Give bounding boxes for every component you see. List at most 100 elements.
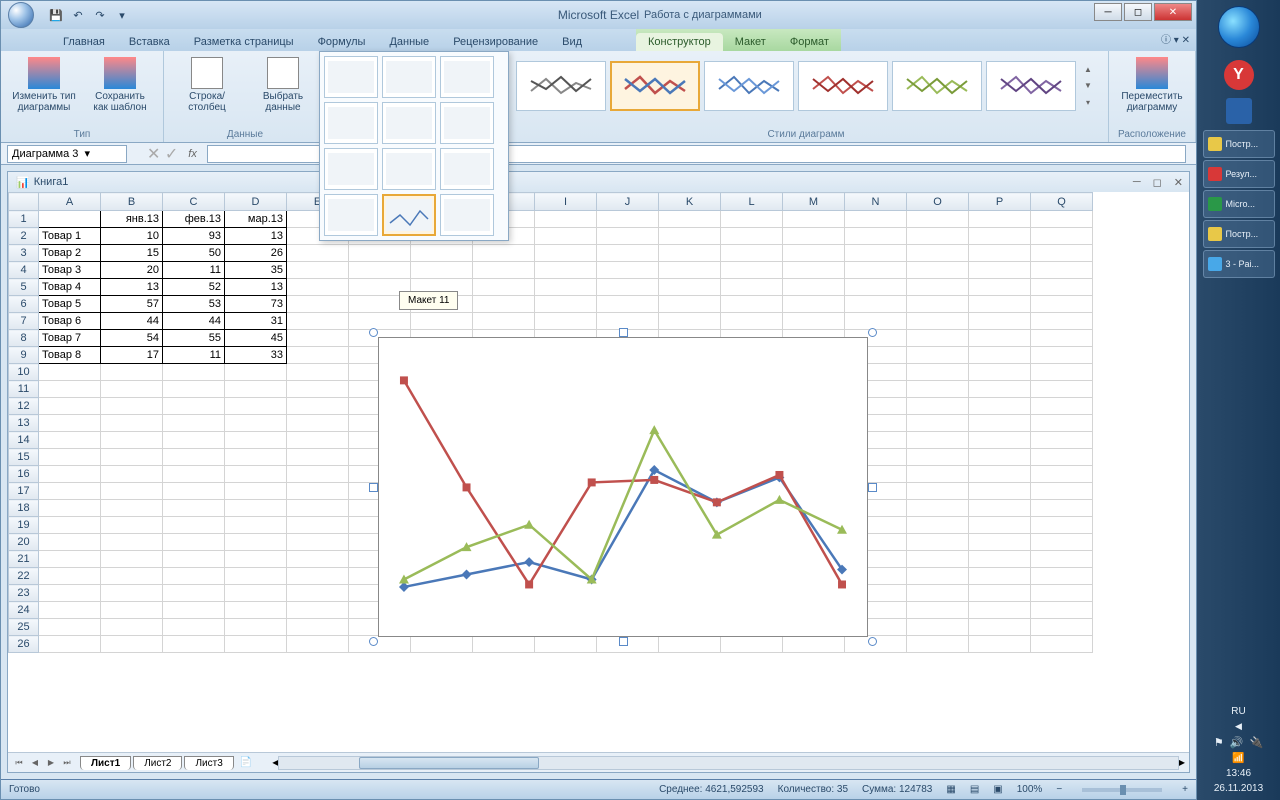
cell-E10[interactable] xyxy=(287,364,349,381)
cell-M2[interactable] xyxy=(783,228,845,245)
cell-O10[interactable] xyxy=(907,364,969,381)
tray-app-icon[interactable] xyxy=(1226,98,1252,124)
chart-style-1[interactable] xyxy=(516,61,606,111)
sheet-prev-icon[interactable]: ◀ xyxy=(28,756,42,770)
cell-K6[interactable] xyxy=(659,296,721,313)
cell-Q22[interactable] xyxy=(1031,568,1093,585)
layout-8[interactable] xyxy=(382,148,436,190)
cell-B25[interactable] xyxy=(101,619,163,636)
cell-C11[interactable] xyxy=(163,381,225,398)
cell-N7[interactable] xyxy=(845,313,907,330)
cell-C17[interactable] xyxy=(163,483,225,500)
cell-O11[interactable] xyxy=(907,381,969,398)
layout-11[interactable] xyxy=(382,194,436,236)
cell-C3[interactable]: 50 xyxy=(163,245,225,262)
chart-style-2[interactable] xyxy=(610,61,700,111)
cell-A1[interactable] xyxy=(39,211,101,228)
zoom-out-icon[interactable]: − xyxy=(1056,784,1062,795)
cell-E12[interactable] xyxy=(287,398,349,415)
tray-date[interactable]: 26.11.2013 xyxy=(1214,783,1263,794)
cell-Q10[interactable] xyxy=(1031,364,1093,381)
cell-E8[interactable] xyxy=(287,330,349,347)
cell-H6[interactable] xyxy=(473,296,535,313)
cell-C24[interactable] xyxy=(163,602,225,619)
layout-7[interactable] xyxy=(324,148,378,190)
cell-A21[interactable] xyxy=(39,551,101,568)
maximize-button[interactable]: ◻ xyxy=(1124,3,1152,21)
cell-Q14[interactable] xyxy=(1031,432,1093,449)
cell-B15[interactable] xyxy=(101,449,163,466)
cell-D7[interactable]: 31 xyxy=(225,313,287,330)
layout-1[interactable] xyxy=(324,56,378,98)
cell-A4[interactable]: Товар 3 xyxy=(39,262,101,279)
cell-M3[interactable] xyxy=(783,245,845,262)
chart-style-4[interactable] xyxy=(798,61,888,111)
new-sheet-icon[interactable]: 📄 xyxy=(240,757,252,768)
cell-Q1[interactable] xyxy=(1031,211,1093,228)
cell-Q15[interactable] xyxy=(1031,449,1093,466)
cell-H5[interactable] xyxy=(473,279,535,296)
sheet-last-icon[interactable]: ⏭ xyxy=(60,756,74,770)
tab-formulas[interactable]: Формулы xyxy=(306,33,378,51)
cell-B7[interactable]: 44 xyxy=(101,313,163,330)
cell-J6[interactable] xyxy=(597,296,659,313)
tab-insert[interactable]: Вставка xyxy=(117,33,182,51)
cell-C23[interactable] xyxy=(163,585,225,602)
wb-restore-icon[interactable]: ◻ xyxy=(1153,176,1162,189)
cell-O1[interactable] xyxy=(907,211,969,228)
minimize-button[interactable]: ─ xyxy=(1094,3,1122,21)
cell-O9[interactable] xyxy=(907,347,969,364)
view-normal-icon[interactable]: ▦ xyxy=(946,784,955,795)
cell-Q23[interactable] xyxy=(1031,585,1093,602)
change-chart-type-button[interactable]: Изменить тип диаграммы xyxy=(9,55,79,115)
wb-minimize-icon[interactable]: ─ xyxy=(1133,176,1141,189)
cell-C14[interactable] xyxy=(163,432,225,449)
tray-expand-icon[interactable]: ◀ xyxy=(1235,721,1242,732)
cell-D11[interactable] xyxy=(225,381,287,398)
cell-L1[interactable] xyxy=(721,211,783,228)
redo-icon[interactable]: ↷ xyxy=(91,6,109,24)
cell-P10[interactable] xyxy=(969,364,1031,381)
cell-Q21[interactable] xyxy=(1031,551,1093,568)
cell-P5[interactable] xyxy=(969,279,1031,296)
cell-B17[interactable] xyxy=(101,483,163,500)
cell-G3[interactable] xyxy=(411,245,473,262)
tray-volume-icon[interactable]: 🔊 xyxy=(1230,736,1244,749)
cell-J1[interactable] xyxy=(597,211,659,228)
cell-J3[interactable] xyxy=(597,245,659,262)
cell-O17[interactable] xyxy=(907,483,969,500)
cell-P14[interactable] xyxy=(969,432,1031,449)
cell-P21[interactable] xyxy=(969,551,1031,568)
cell-E5[interactable] xyxy=(287,279,349,296)
cell-Q5[interactable] xyxy=(1031,279,1093,296)
cell-O5[interactable] xyxy=(907,279,969,296)
cell-P25[interactable] xyxy=(969,619,1031,636)
cell-P22[interactable] xyxy=(969,568,1031,585)
cell-C26[interactable] xyxy=(163,636,225,653)
cell-B19[interactable] xyxy=(101,517,163,534)
cell-Q20[interactable] xyxy=(1031,534,1093,551)
zoom-level[interactable]: 100% xyxy=(1017,784,1043,795)
cell-B23[interactable] xyxy=(101,585,163,602)
tray-time[interactable]: 13:46 xyxy=(1226,768,1251,779)
cell-D24[interactable] xyxy=(225,602,287,619)
cell-E6[interactable] xyxy=(287,296,349,313)
layout-6[interactable] xyxy=(440,102,494,144)
start-button[interactable] xyxy=(1218,6,1260,48)
cell-E20[interactable] xyxy=(287,534,349,551)
cell-A22[interactable] xyxy=(39,568,101,585)
cell-P19[interactable] xyxy=(969,517,1031,534)
cell-D14[interactable] xyxy=(225,432,287,449)
cell-A24[interactable] xyxy=(39,602,101,619)
tab-layout[interactable]: Макет xyxy=(723,33,778,51)
cell-B1[interactable]: янв.13 xyxy=(101,211,163,228)
cell-D25[interactable] xyxy=(225,619,287,636)
cell-D8[interactable]: 45 xyxy=(225,330,287,347)
cell-Q17[interactable] xyxy=(1031,483,1093,500)
tab-format[interactable]: Формат xyxy=(778,33,841,51)
taskbar-item-3[interactable]: Постр... xyxy=(1203,220,1275,248)
cell-Q13[interactable] xyxy=(1031,415,1093,432)
cell-I3[interactable] xyxy=(535,245,597,262)
cell-A14[interactable] xyxy=(39,432,101,449)
cell-E9[interactable] xyxy=(287,347,349,364)
